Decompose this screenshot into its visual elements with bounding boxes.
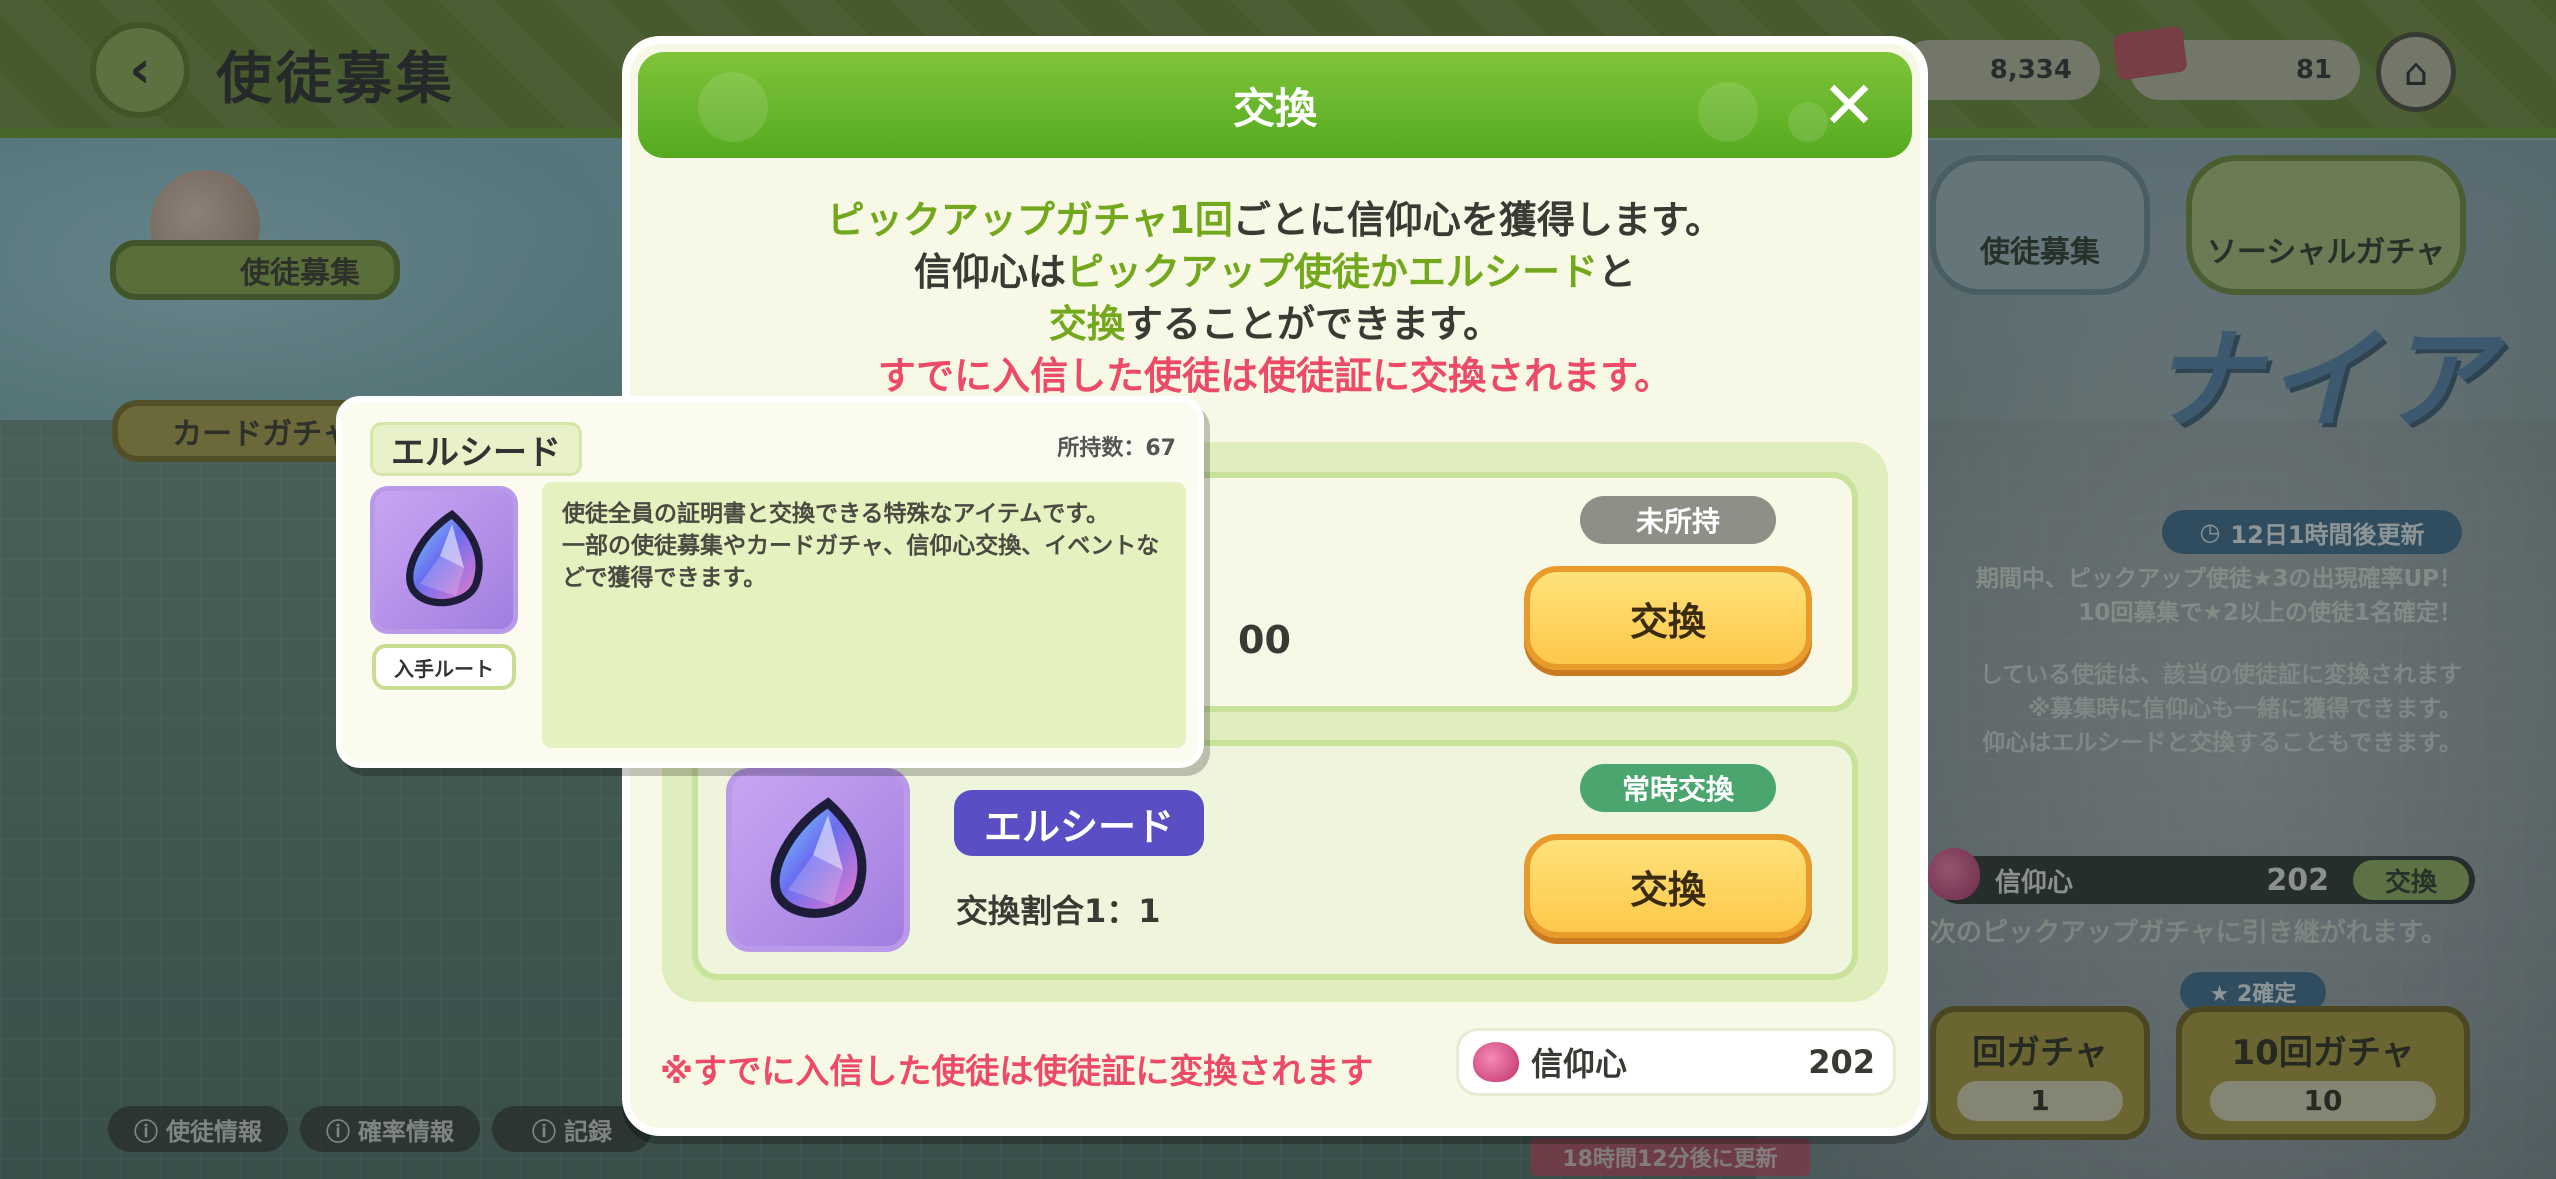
item-name: エルシード bbox=[954, 790, 1205, 856]
item-thumbnail bbox=[370, 486, 518, 634]
exchange-item-card: エルシード 交換割合1：1 常時交換 交換 bbox=[692, 740, 1858, 980]
modal-title: 交換 bbox=[1232, 83, 1317, 133]
owned-count: 所持数：67 bbox=[1057, 436, 1176, 461]
crystal-icon bbox=[770, 797, 867, 918]
exchange-button[interactable]: 交換 bbox=[1524, 834, 1812, 938]
acquisition-route-button[interactable]: 入手ルート bbox=[372, 644, 516, 690]
heart-icon bbox=[1473, 1042, 1519, 1082]
status-badge: 常時交換 bbox=[1580, 764, 1776, 812]
item-thumbnail[interactable] bbox=[726, 768, 910, 952]
footer-warning: ※すでに入信した使徒は使徒証に変換されます bbox=[660, 1052, 1374, 1092]
close-button[interactable]: ✕ bbox=[1812, 66, 1886, 144]
tooltip-title: エルシード bbox=[370, 422, 582, 476]
item-tooltip: エルシード 所持数：67 入手ルート 使徒全員の証明書と交換できる特殊なアイテム… bbox=[336, 396, 1204, 768]
exchange-button[interactable]: 交換 bbox=[1524, 566, 1812, 670]
exchange-ratio: 交換割合1：1 bbox=[956, 892, 1161, 930]
status-badge: 未所持 bbox=[1580, 496, 1776, 544]
exchange-description: ピックアップガチャ1回ごとに信仰心を獲得します。 信仰心はピックアップ使徒かエル… bbox=[826, 198, 1724, 398]
crystal-icon bbox=[406, 509, 483, 607]
modal-header: 交換 ✕ bbox=[638, 52, 1912, 158]
item-price: 00 bbox=[1238, 618, 1291, 662]
faith-balance: 信仰心 202 bbox=[1456, 1028, 1896, 1096]
item-description: 使徒全員の証明書と交換できる特殊なアイテムです。 一部の使徒募集やカードガチャ、… bbox=[542, 482, 1186, 748]
close-icon: ✕ bbox=[1821, 66, 1877, 144]
